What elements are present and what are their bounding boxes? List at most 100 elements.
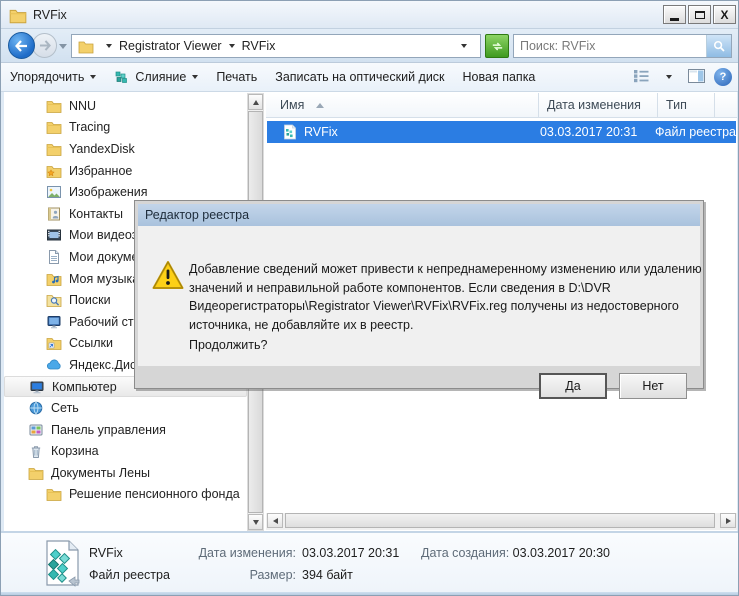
sidebar-item[interactable]: NNU bbox=[4, 95, 247, 117]
triangle-down-icon bbox=[253, 520, 259, 525]
sidebar-item-label: Ссылки bbox=[69, 336, 113, 350]
details-file-type: Файл реестра bbox=[89, 564, 170, 586]
created-value: 03.03.2017 20:30 bbox=[513, 546, 610, 560]
maximize-button[interactable] bbox=[688, 5, 711, 24]
close-button[interactable]: X bbox=[713, 5, 736, 24]
merge-label: Слияние bbox=[135, 70, 186, 84]
refresh-button[interactable] bbox=[485, 34, 509, 58]
merge-menu[interactable]: Слияние bbox=[105, 63, 207, 91]
sidebar-item[interactable]: Сеть bbox=[4, 397, 247, 419]
new-folder-button[interactable]: Новая папка bbox=[454, 63, 545, 91]
print-button[interactable]: Печать bbox=[207, 63, 266, 91]
column-label: Дата изменения bbox=[547, 98, 641, 112]
details-labels-1: Дата изменения: Размер: bbox=[166, 542, 296, 586]
chevron-down-icon bbox=[192, 75, 198, 79]
sidebar-item-label: Документы Лены bbox=[51, 466, 150, 480]
sidebar-item-label: Изображения bbox=[69, 185, 148, 199]
breadcrumb-parent[interactable]: Registrator Viewer bbox=[119, 39, 222, 53]
address-dropdown-icon[interactable] bbox=[461, 44, 467, 48]
forward-button[interactable] bbox=[32, 33, 57, 58]
file-type: Файл реестра bbox=[655, 125, 736, 139]
sidebar-item[interactable]: Избранное bbox=[4, 160, 247, 182]
column-header-modified[interactable]: Дата изменения bbox=[539, 93, 658, 117]
message-line: значений и неправильной работе компонент… bbox=[189, 279, 702, 298]
burn-button[interactable]: Записать на оптический диск bbox=[266, 63, 453, 91]
message-line: Видеорегистраторы\Registrator Viewer\RVF… bbox=[189, 297, 702, 316]
organize-menu[interactable]: Упорядочить bbox=[1, 63, 105, 91]
print-label: Печать bbox=[216, 70, 257, 84]
scroll-down-button[interactable] bbox=[248, 514, 263, 530]
registry-file-icon bbox=[282, 124, 298, 140]
sidebar-item-label: YandexDisk bbox=[69, 142, 135, 156]
yes-button[interactable]: Да bbox=[539, 373, 607, 399]
triangle-up-icon bbox=[253, 100, 259, 105]
forward-arrow-icon bbox=[38, 40, 52, 51]
sidebar-item-label: Панель управления bbox=[51, 423, 166, 437]
column-header-type[interactable]: Тип bbox=[658, 93, 715, 117]
burn-label: Записать на оптический диск bbox=[275, 70, 444, 84]
address-bar: Registrator Viewer RVFix bbox=[1, 29, 739, 63]
horizontal-scrollbar[interactable] bbox=[266, 513, 737, 530]
search-button[interactable] bbox=[706, 35, 731, 57]
sort-ascending-icon bbox=[316, 103, 324, 108]
dialog-body: Добавление сведений может привести к неп… bbox=[138, 226, 700, 366]
minimize-button[interactable] bbox=[663, 5, 686, 24]
dialog-titlebar[interactable]: Редактор реестра bbox=[138, 204, 700, 226]
file-row-selected[interactable]: RVFix 03.03.2017 20:31 Файл реестра bbox=[267, 121, 736, 143]
cloud-icon bbox=[46, 357, 63, 373]
sidebar-item[interactable]: YandexDisk bbox=[4, 138, 247, 160]
links-icon bbox=[46, 335, 63, 351]
file-name: RVFix bbox=[304, 125, 540, 139]
sidebar-item[interactable]: Корзина bbox=[4, 441, 247, 463]
no-button[interactable]: Нет bbox=[619, 373, 687, 399]
sidebar-item-label: Решение пенсионного фонда bbox=[69, 487, 240, 501]
sidebar-item[interactable]: Tracing bbox=[4, 117, 247, 139]
search-icon bbox=[713, 40, 726, 53]
recent-pages-chevron-icon[interactable] bbox=[59, 44, 67, 49]
scroll-up-button[interactable] bbox=[248, 94, 263, 110]
sidebar-item-label: Корзина bbox=[51, 444, 99, 458]
help-button[interactable]: ? bbox=[714, 68, 732, 86]
change-view-button[interactable] bbox=[633, 69, 650, 86]
address-breadcrumb[interactable]: Registrator Viewer RVFix bbox=[71, 34, 481, 58]
size-value: 394 байт bbox=[302, 564, 399, 586]
list-view-icon bbox=[633, 69, 650, 83]
chevron-down-icon[interactable] bbox=[106, 44, 112, 48]
view-dropdown-icon[interactable] bbox=[666, 75, 672, 79]
minimize-icon bbox=[670, 18, 679, 21]
preview-pane-button[interactable] bbox=[688, 69, 705, 86]
folder-star-icon bbox=[46, 163, 63, 179]
details-name-block: RVFix Файл реестра bbox=[89, 542, 170, 586]
registry-editor-dialog: Редактор реестра Добавление сведений мож… bbox=[134, 200, 704, 389]
created-label: Дата создания: bbox=[421, 546, 509, 560]
file-modified: 03.03.2017 20:31 bbox=[540, 125, 655, 139]
network-icon bbox=[28, 400, 45, 416]
triangle-right-icon bbox=[726, 518, 731, 524]
folder-icon bbox=[46, 119, 63, 135]
triangle-left-icon bbox=[273, 518, 278, 524]
scrollbar-thumb[interactable] bbox=[285, 513, 715, 528]
sidebar-item-label: Контакты bbox=[69, 207, 123, 221]
sidebar-item-label: Избранное bbox=[69, 164, 132, 178]
refresh-icon bbox=[490, 39, 505, 54]
maximize-icon bbox=[695, 11, 705, 19]
documents-icon bbox=[46, 249, 63, 265]
modified-label: Дата изменения: bbox=[166, 542, 296, 564]
sidebar-item[interactable]: Документы Лены bbox=[4, 462, 247, 484]
videos-icon bbox=[46, 227, 63, 243]
sidebar-item[interactable]: Панель управления bbox=[4, 419, 247, 441]
search-input[interactable] bbox=[514, 39, 706, 53]
chevron-down-icon[interactable] bbox=[229, 44, 235, 48]
sidebar-item[interactable]: Решение пенсионного фонда bbox=[4, 484, 247, 506]
column-header-name[interactable]: Имя bbox=[266, 93, 539, 117]
back-button[interactable] bbox=[8, 32, 35, 59]
sidebar-item-label: Моя музыка bbox=[69, 272, 139, 286]
explorer-window: RVFix X Registrator Viewer RVFix bbox=[0, 0, 739, 596]
scroll-left-button[interactable] bbox=[267, 513, 283, 528]
folder-icon bbox=[46, 98, 63, 114]
window-titlebar[interactable]: RVFix X bbox=[1, 1, 739, 29]
details-pane: RVFix Файл реестра Дата изменения: Разме… bbox=[1, 531, 739, 594]
new-folder-label: Новая папка bbox=[463, 70, 536, 84]
breadcrumb-current[interactable]: RVFix bbox=[242, 39, 276, 53]
scroll-right-button[interactable] bbox=[720, 513, 736, 528]
